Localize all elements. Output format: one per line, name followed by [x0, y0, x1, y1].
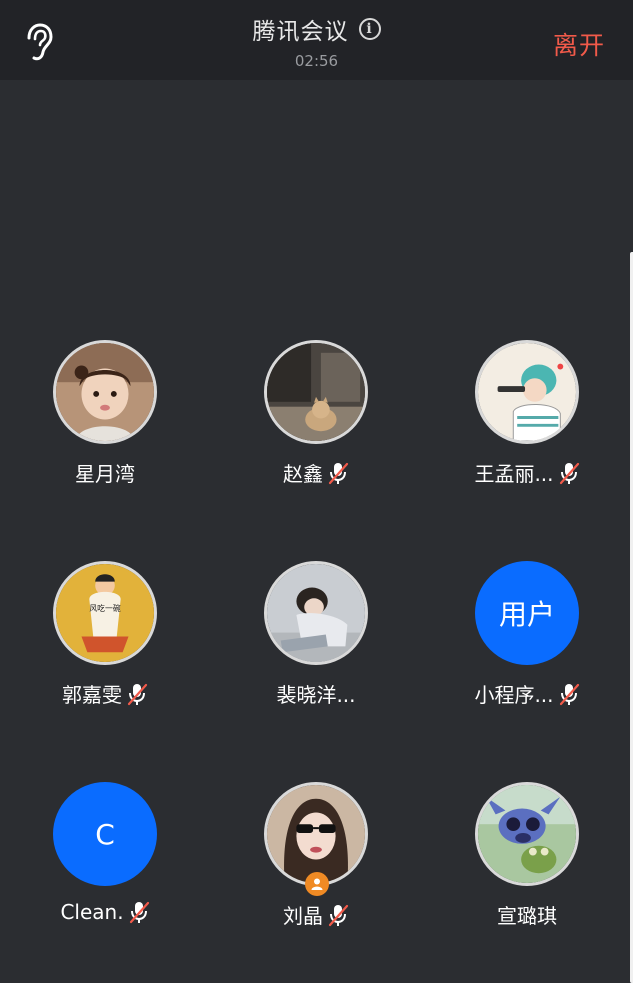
girl-sitting-photo-avatar [267, 564, 365, 662]
mic-muted-icon [559, 462, 579, 484]
host-badge [305, 872, 329, 896]
girl-illustration-avatar [478, 343, 576, 441]
participant-tile[interactable]: C Clean. [5, 782, 205, 952]
participant-tile[interactable]: 星月湾 [5, 340, 205, 510]
participant-avatar [264, 782, 368, 886]
cat-photo-avatar [267, 343, 365, 441]
participant-avatar [475, 782, 579, 886]
child-photo-avatar [56, 343, 154, 441]
rice-sign-text: 风吃一碗 [89, 603, 120, 613]
mic-muted-icon [559, 683, 579, 705]
participant-name: 星月湾 [75, 462, 135, 486]
participant-name: 刘晶 [283, 904, 323, 928]
participant-grid: 星月湾 赵鑫 王孟丽... 风吃一碗 郭嘉雯 裴晓洋... 用户 小程序... … [0, 0, 633, 983]
participant-tile[interactable]: 刘晶 [216, 782, 416, 952]
avatar-initials: 用户 [498, 598, 555, 631]
participant-name: 宣璐琪 [497, 904, 557, 928]
participant-avatar [53, 340, 157, 444]
participant-name: 小程序... [474, 683, 554, 707]
avatar-initials: C [95, 817, 115, 851]
stitch-illustration-avatar [478, 785, 576, 883]
participant-tile[interactable]: 王孟丽... [427, 340, 627, 510]
participant-avatar: 用户 [475, 561, 579, 665]
participant-avatar: C [53, 782, 157, 886]
participant-avatar [475, 340, 579, 444]
participant-tile[interactable]: 宣璐琪 [427, 782, 627, 952]
mic-muted-icon [129, 901, 149, 924]
mic-muted-icon [127, 683, 148, 705]
participant-tile[interactable]: 用户 小程序... [427, 561, 627, 731]
girl-sunglasses-photo-avatar [267, 785, 365, 883]
participant-name: 郭嘉雯 [62, 683, 122, 707]
participant-avatar: 风吃一碗 [53, 561, 157, 665]
participant-name: 王孟丽... [474, 462, 554, 486]
participant-name: 裴晓洋... [276, 683, 356, 707]
mic-muted-icon [328, 904, 349, 926]
participant-avatar [264, 340, 368, 444]
mic-muted-icon [328, 462, 349, 484]
rice-illustration-avatar: 风吃一碗 [56, 564, 154, 662]
participant-tile[interactable]: 赵鑫 [216, 340, 416, 510]
participant-tile[interactable]: 风吃一碗 郭嘉雯 [5, 561, 205, 731]
person-icon [311, 878, 323, 890]
participant-avatar [264, 561, 368, 665]
participant-tile[interactable]: 裴晓洋... [216, 561, 416, 731]
participant-name: Clean. [60, 900, 124, 924]
participant-name: 赵鑫 [283, 462, 323, 486]
